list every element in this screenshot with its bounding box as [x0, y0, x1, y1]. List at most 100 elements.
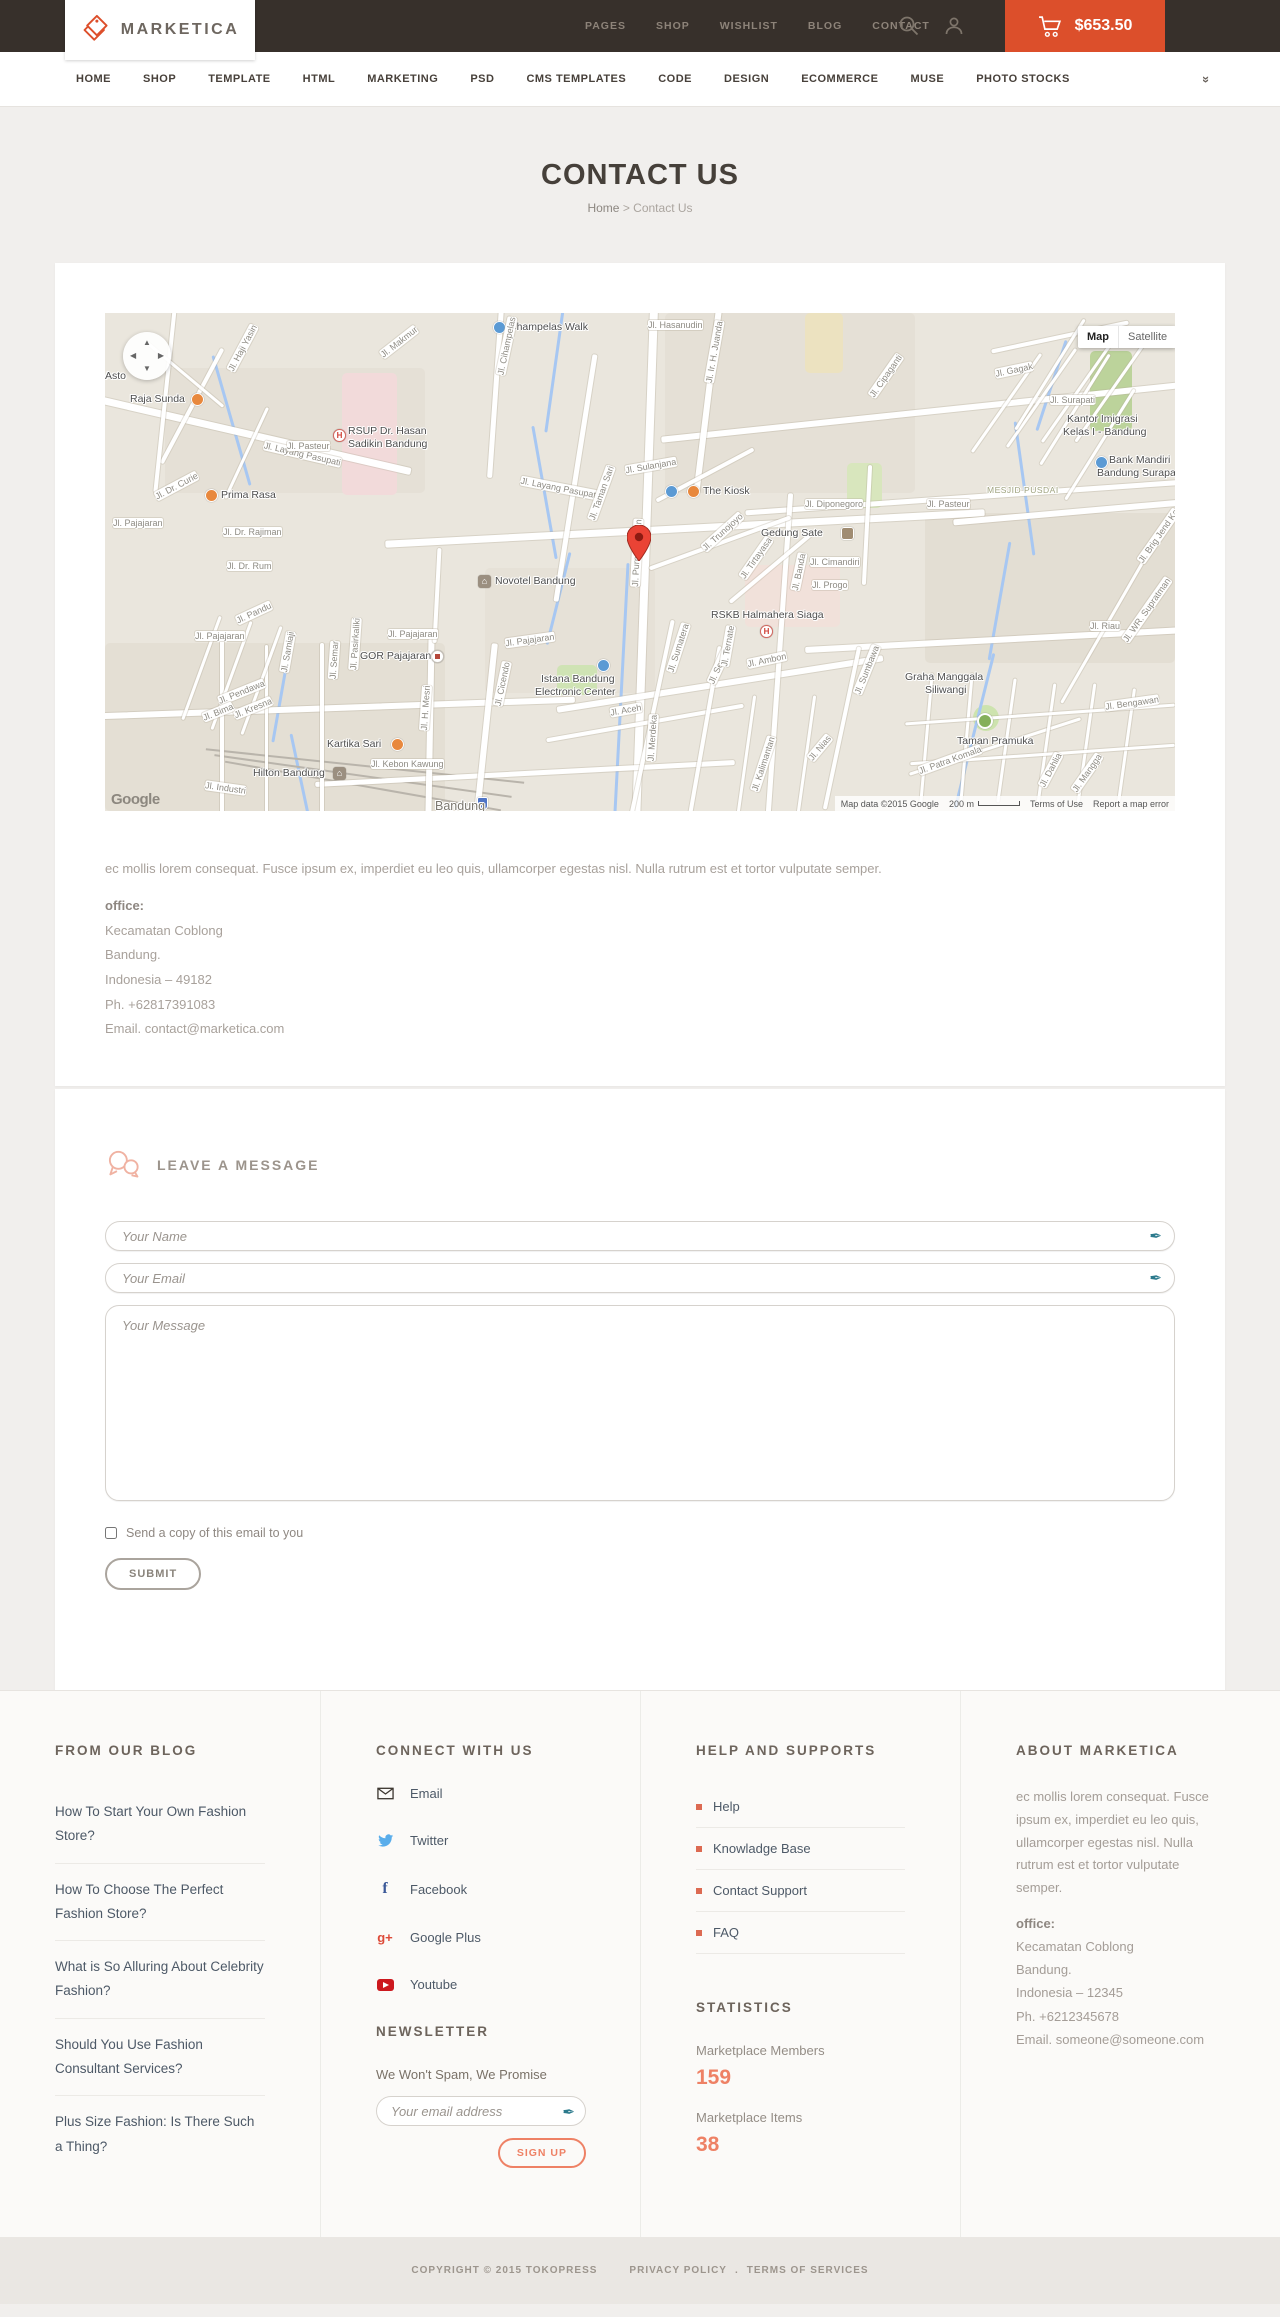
brand-name: MARKETICA [120, 21, 240, 38]
map-data-text: Map data ©2015 Google [840, 798, 939, 809]
help-link[interactable]: Contact Support [696, 1870, 905, 1912]
map-label: Gedung Sate [761, 527, 823, 539]
blog-post-link[interactable]: How To Start Your Own Fashion Store? [55, 1786, 265, 1864]
privacy-policy-link[interactable]: PRIVACY POLICY [629, 2265, 727, 2276]
map-shop-icon [665, 485, 678, 498]
map-label: Jl. Merdeka [645, 714, 659, 762]
mainnav-item[interactable]: HTML [303, 73, 336, 85]
social-link-twitter[interactable]: Twitter [376, 1833, 585, 1848]
about-heading: ABOUT MARKETICA [1016, 1743, 1179, 1758]
map-label: Bandung Surapati [1097, 467, 1175, 479]
about-address-line: Kecamatan Coblong [1016, 1938, 1134, 1954]
bullet-icon [696, 1803, 702, 1810]
help-link[interactable]: Knowladge Base [696, 1828, 905, 1870]
map-type-satellite-button[interactable]: Satellite [1119, 326, 1175, 348]
blog-post-link[interactable]: How To Choose The Perfect Fashion Store? [55, 1864, 265, 1942]
search-icon[interactable] [898, 15, 920, 37]
mainnav-item[interactable]: SHOP [143, 73, 176, 85]
help-heading: HELP AND SUPPORTS [696, 1743, 877, 1758]
blog-post-link[interactable]: Should You Use Fashion Consultant Servic… [55, 2019, 265, 2097]
signup-button[interactable]: SIGN UP [497, 2138, 586, 2168]
email-input[interactable] [105, 1263, 1175, 1293]
pan-down-icon[interactable]: ▼ [143, 365, 151, 373]
submit-button[interactable]: SUBMIT [105, 1558, 202, 1590]
newsletter-email-input[interactable] [376, 2096, 586, 2126]
send-copy-checkbox[interactable] [105, 1527, 117, 1539]
message-textarea[interactable] [105, 1305, 1175, 1501]
map-road [385, 509, 985, 548]
map-marker-icon[interactable] [627, 525, 651, 561]
map-label: Jl. Mangga [1070, 752, 1104, 794]
brand-logo[interactable]: MARKETICA [65, 0, 255, 60]
blog-post-link[interactable]: What is So Alluring About Celebrity Fash… [55, 1941, 265, 2019]
breadcrumb-home[interactable]: Home [587, 201, 619, 215]
map-label: RSKB Halmahera Siaga [711, 609, 824, 621]
user-icon[interactable] [944, 16, 964, 36]
social-link-label: Twitter [410, 1833, 449, 1848]
help-link[interactable]: Help [696, 1786, 905, 1828]
terms-of-use-link[interactable]: Terms of Use [1030, 799, 1083, 809]
pan-right-icon[interactable]: ▶ [158, 352, 164, 360]
map-label: Jl. Hasanudin [648, 320, 703, 330]
google-plus-icon: g+ [377, 1930, 393, 1945]
pan-left-icon[interactable]: ◀ [130, 352, 136, 360]
bullet-icon [696, 1929, 702, 1936]
twitter-icon [377, 1833, 393, 1847]
report-map-error-link[interactable]: Report a map error [1093, 799, 1169, 809]
map-label: Jl. Riau [1090, 621, 1121, 631]
map-road [822, 646, 862, 810]
map-fork-icon [391, 738, 404, 751]
map-label: Jl. Progo [812, 580, 848, 590]
map-pan-control[interactable]: ▲ ▼ ◀ ▶ [123, 332, 171, 380]
copyright-text: COPYRIGHT © 2015 TOKOPRESS [411, 2265, 598, 2276]
google-map[interactable]: ▲ ▼ ◀ ▶ Map Satellite Google Map data ©2… [105, 313, 1175, 811]
topnav-item[interactable]: PAGES [585, 20, 626, 32]
mainnav-item[interactable]: CMS TEMPLATES [526, 73, 626, 85]
connect-heading: CONNECT WITH US [376, 1743, 534, 1758]
mainnav-item[interactable]: ECOMMERCE [801, 73, 878, 85]
map-fork-icon [687, 485, 700, 498]
mainnav-item[interactable]: HOME [76, 73, 111, 85]
page-header: CONTACT US Home > Contact Us [0, 107, 1280, 263]
pan-up-icon[interactable]: ▲ [143, 339, 151, 347]
map-label: Sadikin Bandung [348, 438, 428, 450]
topnav-item[interactable]: WISHLIST [720, 20, 778, 32]
social-link-facebook[interactable]: f Facebook [376, 1880, 585, 1898]
topnav-item[interactable]: SHOP [656, 20, 690, 32]
footer: FROM OUR BLOG How To Start Your Own Fash… [0, 1690, 1280, 2237]
mainnav-item[interactable]: MARKETING [367, 73, 438, 85]
mainnav-item[interactable]: MUSE [910, 73, 944, 85]
map-label: Novotel Bandung [495, 575, 576, 587]
newsletter-heading: NEWSLETTER [376, 2024, 489, 2039]
map-label: Istana Bandung [541, 673, 615, 685]
office-address-line: Email. contact@marketica.com [105, 1021, 285, 1037]
mainnav-item[interactable]: CODE [658, 73, 692, 85]
help-link[interactable]: FAQ [696, 1912, 905, 1954]
map-shop-icon [597, 659, 610, 672]
about-address-line: Bandung. [1016, 1962, 1072, 1978]
map-label: Jl. Kebon Kawung [371, 759, 444, 769]
map-type-map-button[interactable]: Map [1078, 326, 1119, 348]
map-label: Raja Sunda [130, 393, 185, 405]
map-label: Jl. Cimandiri [810, 557, 860, 567]
name-input[interactable] [105, 1221, 1175, 1251]
social-link-gplus[interactable]: g+ Google Plus [376, 1930, 585, 1945]
social-link-youtube[interactable]: Youtube [376, 1977, 585, 1992]
more-categories-icon[interactable]: » [1199, 75, 1214, 82]
google-logo: Google [111, 791, 160, 808]
map-label: Jl. Diponegoro [805, 499, 864, 509]
map-label: GOR Pajajaran [360, 650, 432, 662]
mainnav-item[interactable]: TEMPLATE [208, 73, 270, 85]
cart-button[interactable]: $653.50 [1005, 0, 1165, 52]
terms-of-services-link[interactable]: TERMS OF SERVICES [747, 2265, 869, 2276]
mainnav-item[interactable]: DESIGN [724, 73, 769, 85]
social-link-email[interactable]: Email [376, 1786, 585, 1801]
topnav-item[interactable]: BLOG [808, 20, 842, 32]
map-label: Jl. Nias [806, 733, 834, 763]
items-label: Marketplace Items [696, 2110, 803, 2125]
social-link-label: Google Plus [410, 1930, 481, 1945]
mainnav-item[interactable]: PHOTO STOCKS [976, 73, 1070, 85]
mainnav-item[interactable]: PSD [470, 73, 494, 85]
map-label: Bandung [435, 799, 486, 811]
blog-post-link[interactable]: Plus Size Fashion: Is There Such a Thing… [55, 2096, 265, 2173]
